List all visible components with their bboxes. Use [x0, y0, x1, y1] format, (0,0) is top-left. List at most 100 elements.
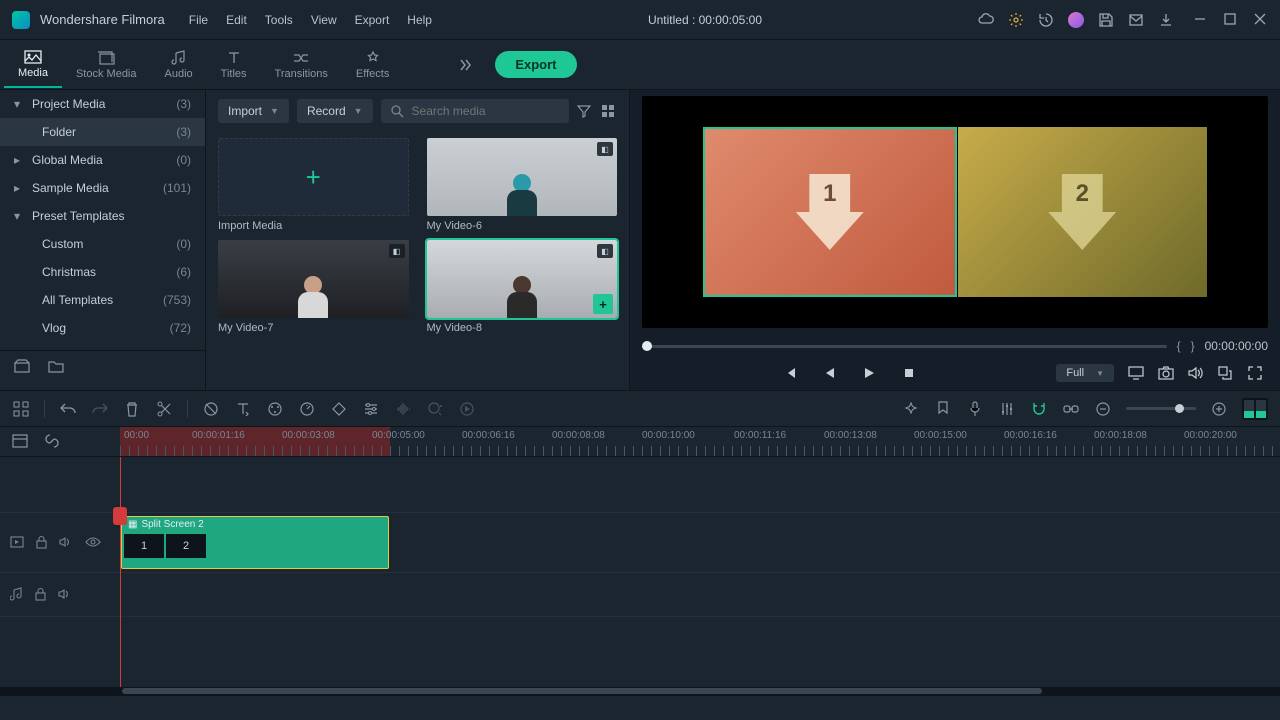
media-clip-video8[interactable]: ◧+ My Video-8 [427, 240, 618, 334]
close-button[interactable] [1254, 13, 1268, 27]
media-clip-video6[interactable]: ◧ My Video-6 [427, 138, 618, 232]
play-backward-button[interactable] [823, 366, 839, 380]
track-lock-icon[interactable] [35, 587, 46, 601]
layout-icon[interactable] [12, 400, 30, 418]
zoom-out-button[interactable] [1094, 400, 1112, 418]
display-icon[interactable] [1128, 366, 1144, 380]
detach-icon[interactable] [1218, 366, 1234, 380]
mark-out-button[interactable]: } [1191, 339, 1195, 353]
split-drop-zone-2[interactable]: 2 [958, 127, 1208, 297]
preview-quality-dropdown[interactable]: Full▼ [1056, 364, 1114, 382]
timeline-options-icon[interactable] [12, 434, 28, 448]
volume-icon[interactable] [1188, 366, 1204, 380]
menu-view[interactable]: View [311, 13, 337, 27]
link-icon[interactable] [1062, 400, 1080, 418]
account-avatar-icon[interactable] [1068, 12, 1084, 28]
keyframe-icon[interactable] [330, 400, 348, 418]
render-icon[interactable] [458, 400, 476, 418]
menu-tools[interactable]: Tools [265, 13, 293, 27]
sidebar-item-global-media[interactable]: ▸Global Media(0) [0, 146, 205, 174]
auto-ripple-icon[interactable] [902, 400, 920, 418]
mark-in-button[interactable]: { [1177, 339, 1181, 353]
color-icon[interactable] [266, 400, 284, 418]
sidebar-item-project-media[interactable]: ▾Project Media(3) [0, 90, 205, 118]
clip-type-icon: ◧ [597, 142, 613, 156]
split-drop-zone-1[interactable]: 1 [703, 127, 957, 297]
minimize-button[interactable] [1194, 13, 1208, 27]
tab-effects[interactable]: Effects [342, 42, 403, 88]
preview-scrubber[interactable] [642, 345, 1167, 348]
expand-tabs-icon[interactable] [457, 57, 473, 73]
fullscreen-icon[interactable] [1248, 366, 1264, 380]
voiceover-icon[interactable] [966, 400, 984, 418]
timeline-ruler[interactable]: 00:00 00:00:01:16 00:00:03:08 00:00:05:0… [120, 427, 1280, 456]
marker-add-icon[interactable] [426, 400, 444, 418]
cloud-icon[interactable] [978, 12, 994, 28]
split-button[interactable] [155, 400, 173, 418]
mail-icon[interactable] [1128, 12, 1144, 28]
track-lock-icon[interactable] [36, 535, 47, 549]
track-music-icon[interactable] [10, 587, 23, 601]
crop-icon[interactable] [202, 400, 220, 418]
audio-waveform-icon[interactable] [394, 400, 412, 418]
maximize-button[interactable] [1224, 13, 1238, 27]
sidebar-item-all-templates[interactable]: All Templates(753) [0, 286, 205, 314]
tab-audio[interactable]: Audio [151, 42, 207, 88]
menu-export[interactable]: Export [355, 13, 390, 27]
sidebar-item-sample-media[interactable]: ▸Sample Media(101) [0, 174, 205, 202]
text-icon[interactable] [234, 400, 252, 418]
export-button[interactable]: Export [495, 51, 576, 78]
speed-icon[interactable] [298, 400, 316, 418]
new-folder-icon[interactable] [48, 359, 64, 373]
bin-icon[interactable] [14, 359, 30, 373]
preview-canvas[interactable]: 1 2 [703, 101, 1207, 323]
track-mute-icon[interactable] [59, 536, 73, 548]
sidebar-item-preset-templates[interactable]: ▾Preset Templates [0, 202, 205, 230]
track-play-icon[interactable] [10, 536, 24, 548]
stop-button[interactable] [903, 367, 919, 379]
media-clip-video7[interactable]: ◧ My Video-7 [218, 240, 409, 334]
timeline-horizontal-scrollbar[interactable] [0, 687, 1280, 696]
timeline-clip-splitscreen[interactable]: ▦Split Screen 2 1 2 [121, 516, 389, 569]
undo-button[interactable] [59, 400, 77, 418]
play-button[interactable] [863, 366, 879, 380]
auto-ripple-toggle-icon[interactable] [44, 433, 60, 449]
record-dropdown[interactable]: Record▼ [297, 99, 373, 123]
tab-media[interactable]: Media [4, 42, 62, 88]
menu-help[interactable]: Help [407, 13, 432, 27]
playhead[interactable] [120, 457, 121, 687]
redo-button[interactable] [91, 400, 109, 418]
track-visibility-icon[interactable] [85, 537, 101, 547]
filter-icon[interactable] [577, 104, 593, 118]
add-to-timeline-button[interactable]: + [593, 294, 613, 314]
history-icon[interactable] [1038, 12, 1054, 28]
sidebar-item-christmas[interactable]: Christmas(6) [0, 258, 205, 286]
snapshot-icon[interactable] [1158, 366, 1174, 380]
settings-gear-icon[interactable] [1008, 12, 1024, 28]
import-media-tile[interactable]: + Import Media [218, 138, 409, 232]
import-dropdown[interactable]: Import▼ [218, 99, 289, 123]
zoom-slider[interactable] [1126, 407, 1196, 410]
download-icon[interactable] [1158, 12, 1174, 28]
marker-icon[interactable] [934, 400, 952, 418]
save-icon[interactable] [1098, 12, 1114, 28]
tab-transitions[interactable]: Transitions [261, 42, 342, 88]
magnet-snap-icon[interactable] [1030, 400, 1048, 418]
tab-stock-media[interactable]: Stock Media [62, 42, 151, 88]
sidebar-item-vlog[interactable]: Vlog(72) [0, 314, 205, 342]
sidebar-item-folder[interactable]: Folder(3) [0, 118, 205, 146]
zoom-in-button[interactable] [1210, 400, 1228, 418]
prev-frame-button[interactable] [783, 366, 799, 380]
delete-button[interactable] [123, 400, 141, 418]
search-media-input[interactable] [381, 99, 569, 123]
audio-meters [1242, 398, 1268, 420]
mixer-icon[interactable] [998, 400, 1016, 418]
menu-edit[interactable]: Edit [226, 13, 247, 27]
sidebar-item-custom[interactable]: Custom(0) [0, 230, 205, 258]
timeline-tracks[interactable]: ▦Split Screen 2 1 2 [0, 457, 1280, 687]
tab-titles[interactable]: Titles [207, 42, 261, 88]
menu-file[interactable]: File [189, 13, 208, 27]
adjust-icon[interactable] [362, 400, 380, 418]
grid-view-icon[interactable] [601, 104, 617, 118]
track-mute-icon[interactable] [58, 588, 72, 600]
